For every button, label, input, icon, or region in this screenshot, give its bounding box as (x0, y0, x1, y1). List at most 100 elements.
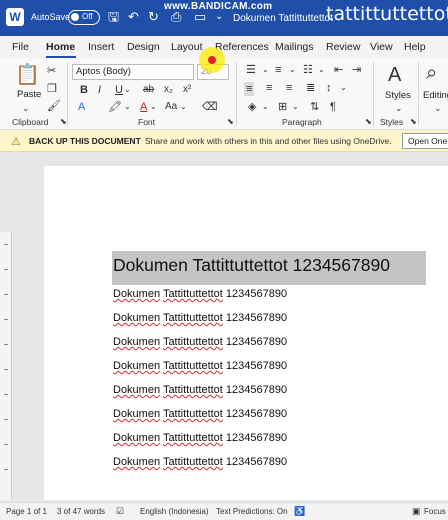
font-color-icon[interactable]: A (140, 101, 147, 113)
tab-references[interactable]: References (215, 41, 269, 53)
paste-dropdown-icon[interactable]: ⌄ (22, 102, 30, 114)
document-heading[interactable]: Dokumen Tattittuttettot 1234567890 (113, 255, 390, 276)
align-right-icon[interactable]: ≡ (286, 82, 292, 94)
editing-dropdown-icon[interactable]: ⌄ (434, 102, 442, 114)
document-page[interactable] (44, 166, 448, 500)
save-icon[interactable]: 🖫 (108, 9, 119, 25)
styles-launcher-icon[interactable]: ⬊ (410, 116, 417, 128)
decrease-indent-icon[interactable]: ⇤ (334, 64, 343, 76)
bullets-icon[interactable]: ☰ (246, 64, 256, 76)
text-predictions-status[interactable]: Text Predictions: On (216, 507, 288, 516)
change-case-button[interactable]: Aa (165, 101, 177, 113)
line-word: Tattittuttettot (162, 456, 223, 468)
accessibility-icon[interactable]: ♿ (294, 506, 305, 517)
paragraph-launcher-icon[interactable]: ⬊ (365, 116, 372, 128)
align-left-icon[interactable]: ≡ (244, 82, 255, 96)
redo-icon[interactable]: ↻ (148, 9, 159, 25)
body-line[interactable]: Dokumen Tattittuttettot 1234567890 (113, 312, 287, 324)
styles-dropdown-icon[interactable]: ⌄ (395, 102, 403, 114)
body-line[interactable]: Dokumen Tattittuttettot 1234567890 (113, 408, 287, 420)
tab-layout[interactable]: Layout (171, 41, 203, 53)
text-effects-icon[interactable]: A (78, 101, 85, 113)
body-line[interactable]: Dokumen Tattittuttettot 1234567890 (113, 288, 287, 300)
body-line[interactable]: Dokumen Tattittuttettot 1234567890 (113, 384, 287, 396)
show-marks-icon[interactable]: ¶ (330, 101, 336, 113)
undo-icon[interactable]: ↶ (128, 9, 139, 25)
strikethrough-button[interactable]: ab (143, 84, 154, 96)
autosave-toggle[interactable]: Off (68, 10, 100, 25)
tab-review[interactable]: Review (326, 41, 360, 53)
autosave-label: AutoSave (31, 12, 71, 22)
divider (67, 62, 68, 126)
increase-indent-icon[interactable]: ⇥ (352, 64, 361, 76)
font-name-select[interactable]: Aptos (Body) (72, 64, 194, 80)
open-onedrive-button[interactable]: Open One (402, 133, 448, 149)
highlight-icon[interactable]: 🖍 (108, 101, 122, 113)
language-status[interactable]: English (Indonesia) (140, 507, 208, 516)
body-line[interactable]: Dokumen Tattittuttettot 1234567890 (113, 360, 287, 372)
tab-view[interactable]: View (370, 41, 393, 53)
clipboard-launcher-icon[interactable]: ⬊ (60, 116, 67, 128)
paragraph-group-label: Paragraph (282, 117, 322, 127)
numbering-dropdown-icon[interactable]: ⌄ (289, 64, 296, 76)
numbering-icon[interactable]: ≡ (275, 64, 281, 76)
focus-button[interactable]: Focus (424, 507, 446, 516)
body-line[interactable]: Dokumen Tattittuttettot 1234567890 (113, 432, 287, 444)
document-title: Dokumen Tattittuttettot (233, 13, 333, 24)
page-count[interactable]: Page 1 of 1 (6, 507, 47, 516)
paste-icon[interactable]: 📋 (15, 64, 40, 86)
body-line[interactable]: Dokumen Tattittuttettot 1234567890 (113, 456, 287, 468)
format-painter-icon[interactable]: 🖌 (47, 100, 61, 112)
italic-button[interactable]: I (98, 84, 101, 96)
cut-icon[interactable]: ✂ (47, 65, 56, 77)
tab-design[interactable]: Design (127, 41, 160, 53)
find-search-icon[interactable]: ⌕ (426, 62, 437, 84)
line-word: Dokumen (113, 312, 161, 324)
line-spacing-dropdown-icon[interactable]: ⌄ (340, 82, 347, 94)
paste-button[interactable]: Paste (17, 89, 41, 100)
line-word: Dokumen (113, 408, 161, 420)
superscript-button[interactable]: x² (183, 84, 191, 96)
body-line[interactable]: Dokumen Tattittuttettot 1234567890 (113, 336, 287, 348)
editing-button[interactable]: Editing (423, 90, 448, 101)
notification-title: BACK UP THIS DOCUMENT (29, 136, 141, 146)
highlight-dropdown-icon[interactable]: ⌄ (124, 101, 131, 113)
tab-help[interactable]: Help (404, 41, 426, 53)
styles-icon[interactable]: A (388, 64, 401, 86)
divider (418, 62, 419, 126)
line-spacing-icon[interactable]: ↕ (326, 82, 332, 94)
multilevel-dropdown-icon[interactable]: ⌄ (318, 64, 325, 76)
font-color-dropdown-icon[interactable]: ⌄ (150, 101, 157, 113)
font-launcher-icon[interactable]: ⬊ (227, 116, 234, 128)
shading-dropdown-icon[interactable]: ⌄ (262, 101, 269, 113)
warning-icon: ⚠ (11, 136, 21, 148)
tab-mailings[interactable]: Mailings (275, 41, 314, 53)
clear-formatting-icon[interactable]: ⌫ (202, 101, 218, 113)
bold-button[interactable]: B (80, 84, 88, 96)
sort-icon[interactable]: ⇅ (310, 101, 319, 113)
bullets-dropdown-icon[interactable]: ⌄ (262, 64, 269, 76)
tab-insert[interactable]: Insert (88, 41, 114, 53)
word-count[interactable]: 3 of 47 words (57, 507, 105, 516)
line-number: 1234567890 (225, 432, 288, 444)
align-center-icon[interactable]: ≡ (266, 82, 272, 94)
vertical-ruler (0, 232, 12, 500)
multilevel-list-icon[interactable]: ☷ (303, 64, 313, 76)
change-case-dropdown-icon[interactable]: ⌄ (180, 101, 187, 113)
tab-home[interactable]: Home (46, 41, 75, 53)
borders-icon[interactable]: ⊞ (278, 101, 287, 113)
focus-icon[interactable]: ▣ (412, 506, 421, 517)
proofing-icon[interactable]: ☑ (116, 506, 124, 517)
shading-icon[interactable]: ◈ (248, 101, 256, 113)
subscript-button[interactable]: x₂ (164, 84, 173, 96)
underline-dropdown-icon[interactable]: ⌄ (124, 84, 131, 96)
copy-icon[interactable]: ❐ (47, 83, 57, 95)
backup-notification-bar: ⚠ BACK UP THIS DOCUMENT Share and work w… (0, 130, 448, 152)
borders-dropdown-icon[interactable]: ⌄ (292, 101, 299, 113)
underline-button[interactable]: U (115, 84, 123, 96)
tab-file[interactable]: File (12, 41, 29, 53)
justify-icon[interactable]: ≣ (306, 82, 315, 94)
ruler-tick (4, 469, 8, 470)
line-word: Tattittuttettot (162, 336, 223, 348)
styles-button[interactable]: Styles (385, 90, 411, 101)
